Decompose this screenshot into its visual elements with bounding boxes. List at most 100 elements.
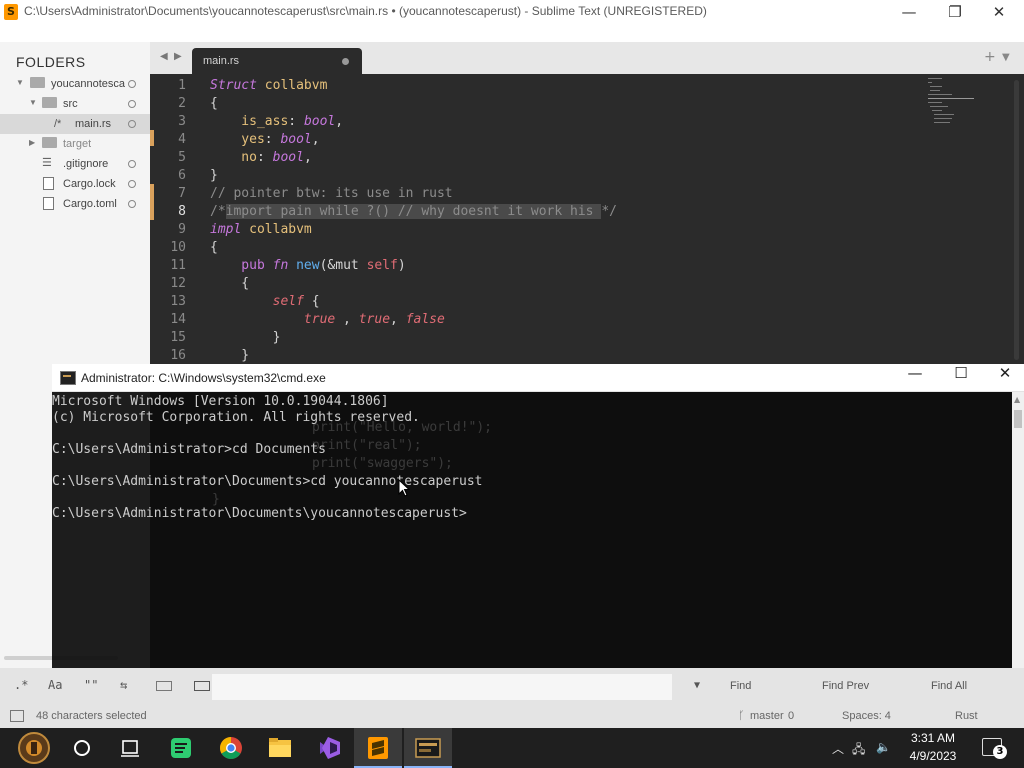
maximize-button[interactable]: ❐ (932, 0, 978, 26)
wrap-toggle[interactable]: ⇆ (120, 678, 127, 692)
console-line: (c) Microsoft Corporation. All rights re… (52, 410, 420, 425)
file-explorer-app-icon[interactable] (256, 728, 304, 768)
folder-icon (42, 97, 57, 108)
cmd-titlebar[interactable]: Administrator: C:\Windows\system32\cmd.e… (52, 364, 1024, 392)
minimap[interactable] (926, 76, 976, 126)
cmd-maximize-button[interactable]: ☐ (938, 364, 984, 392)
line-number: 8 (178, 204, 186, 219)
new-tab-icon[interactable]: + (984, 49, 996, 65)
code-line: { (210, 276, 250, 291)
file-status-icon (128, 160, 136, 168)
code-line: } (210, 330, 281, 345)
start-button[interactable] (8, 728, 56, 768)
line-number: 6 (178, 168, 186, 183)
find-input[interactable] (212, 674, 672, 700)
tree-item-youcannotescaperust[interactable]: ▼ youcannotesca (0, 74, 150, 94)
minimize-button[interactable]: — (886, 0, 932, 26)
folder-icon (42, 137, 57, 148)
console-line: C:\Users\Administrator>cd Documents (52, 442, 326, 457)
notification-center-icon[interactable]: 3 (982, 738, 1007, 759)
file-status-icon (128, 120, 136, 128)
code-line: yes: bool, (210, 132, 320, 147)
scroll-thumb[interactable] (1014, 410, 1022, 428)
cmd-scrollbar[interactable]: ▲ (1012, 392, 1024, 668)
cmd-minimize-button[interactable]: — (892, 364, 938, 392)
git-branch-count: 0 (788, 710, 795, 722)
task-view-button[interactable] (106, 728, 154, 768)
file-comment-icon: /* (54, 118, 62, 130)
tree-item-gitignore[interactable]: ☰ .gitignore (0, 154, 150, 174)
code-line: impl collabvm (210, 222, 312, 237)
search-button[interactable] (58, 728, 106, 768)
find-prev-button[interactable]: Find Prev (822, 680, 869, 692)
clock-time[interactable]: 3:31 AM (906, 731, 960, 745)
git-branch[interactable]: master (750, 710, 784, 722)
sublime-app-icon[interactable] (354, 728, 402, 768)
line-number: 12 (170, 276, 186, 291)
cmd-app-taskbar-icon[interactable] (404, 728, 452, 768)
find-history-icon[interactable]: ▼ (694, 680, 700, 691)
highlight-matches-toggle[interactable] (194, 681, 210, 691)
clock-date[interactable]: 4/9/2023 (902, 749, 964, 763)
window-title: C:\Users\Administrator\Documents\youcann… (24, 4, 707, 18)
text-selection: import pain while ?() // why doesnt it w… (225, 204, 602, 219)
case-sensitive-toggle[interactable]: Aa (48, 678, 62, 692)
find-panel: .* Aa "" ⇆ ▼ Find Find Prev Find All (0, 668, 1024, 706)
ghost-code-line: print("real"); (312, 438, 422, 453)
volume-muted-icon[interactable]: 🔈 (876, 740, 891, 754)
in-selection-toggle[interactable] (156, 681, 172, 691)
panel-toggle-icon[interactable] (10, 710, 24, 722)
chrome-app-icon[interactable] (206, 728, 254, 768)
cmd-close-button[interactable]: ✕ (982, 364, 1024, 392)
sublime-titlebar: S C:\Users\Administrator\Documents\youca… (0, 0, 1024, 42)
tree-item-target[interactable]: ▶ target (0, 134, 150, 154)
tree-item-cargo-toml[interactable]: Cargo.toml (0, 194, 150, 214)
code-line: } (210, 168, 218, 183)
cmd-console[interactable]: print("Hello, world!"); print("real"); p… (52, 392, 1012, 668)
line-number: 14 (170, 312, 186, 327)
status-bar: 48 characters selected ᚴ master 0 Spaces… (0, 706, 1024, 728)
tree-item-label: Cargo.lock (63, 178, 116, 190)
folder-icon (30, 77, 45, 88)
console-line: C:\Users\Administrator\Documents>cd youc… (52, 474, 483, 489)
text-file-icon: ☰ (42, 157, 52, 169)
tree-item-label: youcannotesca (51, 78, 125, 90)
tree-item-label: .gitignore (63, 158, 109, 170)
close-button[interactable]: ✕ (976, 0, 1022, 26)
tab-list-icon[interactable]: ▼ (1002, 52, 1010, 63)
syntax-status[interactable]: Rust (955, 710, 978, 722)
cmd-app-icon (60, 371, 76, 385)
regex-toggle[interactable]: .* (14, 678, 28, 692)
line-number: 10 (170, 240, 186, 255)
line-number: 4 (178, 132, 186, 147)
whole-word-toggle[interactable]: "" (84, 678, 98, 692)
scroll-up-icon[interactable]: ▲ (1014, 395, 1020, 404)
visual-studio-app-icon[interactable] (306, 728, 354, 768)
show-hidden-icons-icon[interactable]: ︿ (832, 740, 844, 757)
notification-count-badge: 3 (993, 745, 1007, 759)
tree-item-cargo-lock[interactable]: Cargo.lock (0, 174, 150, 194)
tree-item-main-rs[interactable]: /* main.rs (0, 114, 150, 134)
unsaved-dot-icon[interactable] (342, 58, 349, 65)
tab-prev-icon[interactable]: ◀ (160, 51, 168, 62)
console-line: Microsoft Windows [Version 10.0.19044.18… (52, 394, 389, 409)
line-number: 16 (170, 348, 186, 363)
find-button[interactable]: Find (730, 680, 751, 692)
console-prompt: C:\Users\Administrator\Documents\youcann… (52, 506, 467, 521)
cmd-title: Administrator: C:\Windows\system32\cmd.e… (81, 371, 326, 385)
line-number: 3 (178, 114, 186, 129)
git-branch-icon: ᚴ (738, 710, 745, 722)
code-line: no: bool, (210, 150, 312, 165)
folders-header: FOLDERS (16, 54, 86, 70)
spotify-app-icon[interactable] (156, 728, 204, 768)
find-all-button[interactable]: Find All (931, 680, 967, 692)
tab-main-rs[interactable]: main.rs (192, 48, 362, 74)
network-icon[interactable]: 🖧 (852, 740, 865, 761)
tab-next-icon[interactable]: ▶ (174, 51, 182, 62)
indentation-status[interactable]: Spaces: 4 (842, 710, 891, 722)
file-icon (43, 177, 54, 190)
code-line: } (210, 348, 250, 363)
tree-item-src[interactable]: ▼ src (0, 94, 150, 114)
folder-status-icon (128, 80, 136, 88)
editor-scrollbar[interactable] (1014, 80, 1019, 360)
